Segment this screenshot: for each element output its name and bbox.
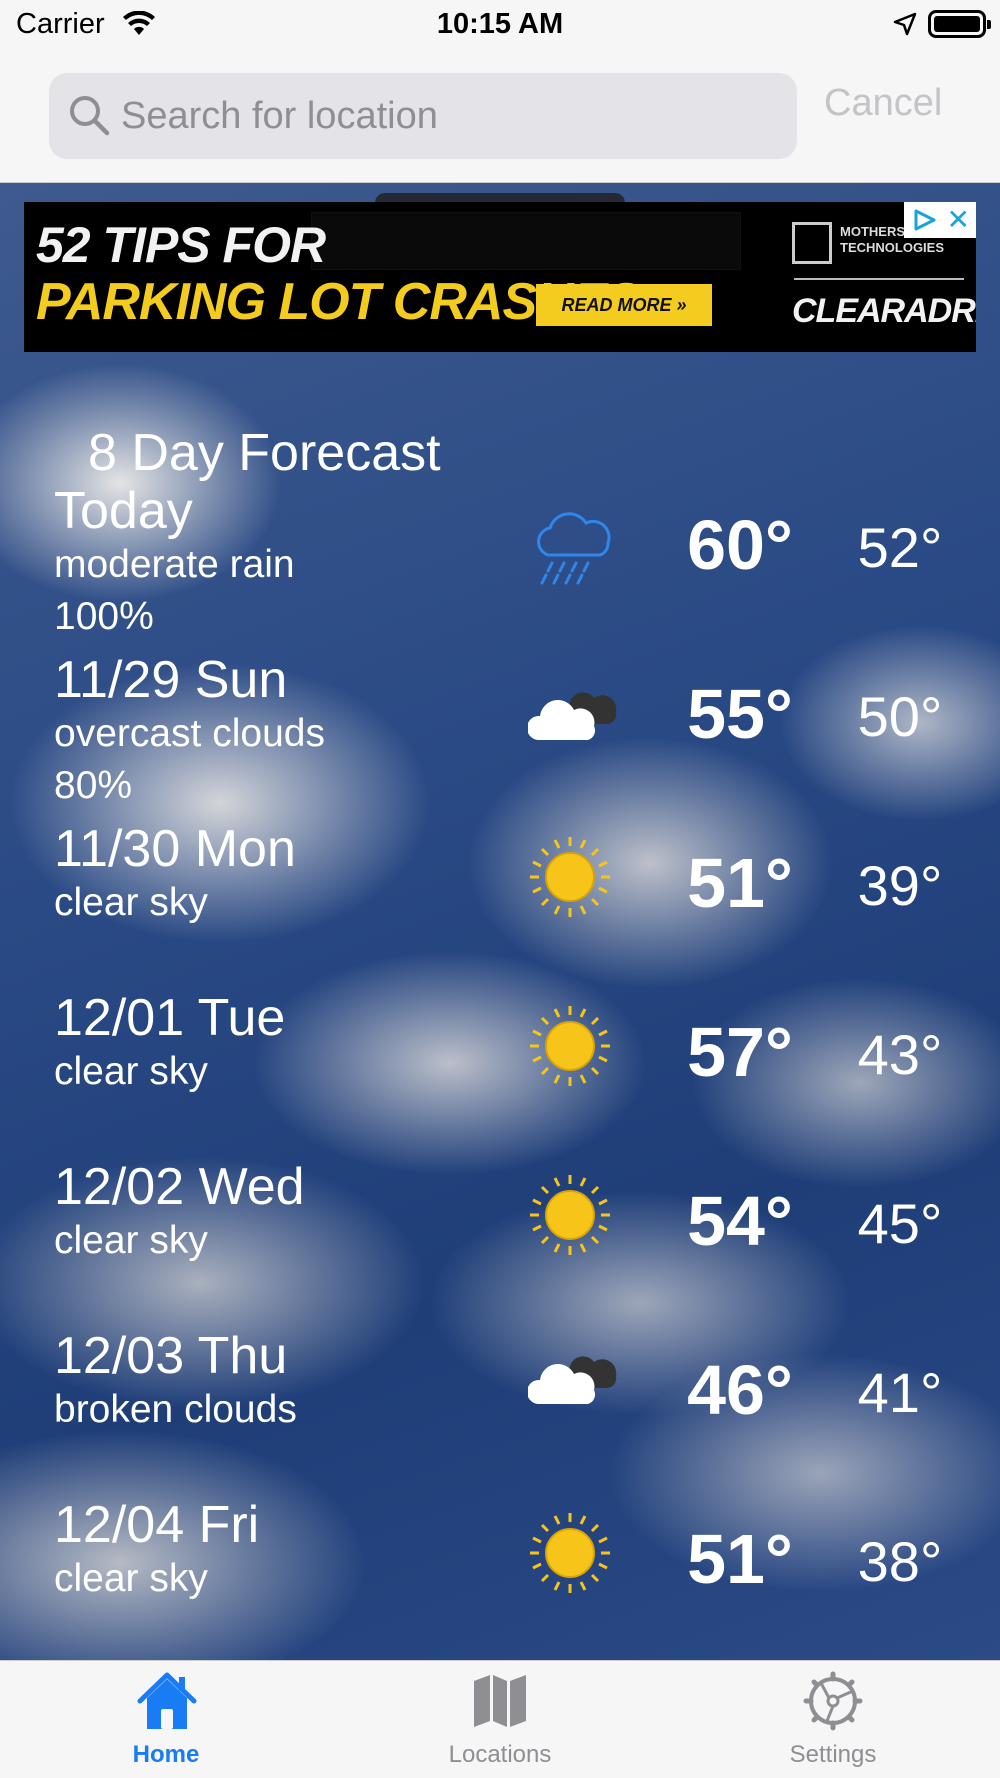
forecast-day: 12/04 Fri: [54, 1496, 260, 1554]
tab-locations-label: Locations: [448, 1741, 552, 1768]
ad-close-icon[interactable]: ✕: [947, 205, 970, 235]
ad-banner[interactable]: 52 TIPS FOR PARKING LOT CRASHES READ MOR…: [24, 202, 976, 352]
forecast-day: Today: [54, 482, 193, 540]
ad-headline-1: 52 TIPS FOR: [36, 217, 326, 273]
search-placeholder: Search for location: [121, 95, 438, 137]
status-bar: Carrier 10:15 AM: [0, 0, 1000, 52]
ad-read-more-button[interactable]: READ MORE »: [536, 284, 712, 326]
forecast-day: 12/03 Thu: [54, 1327, 288, 1385]
forecast-background: 52 TIPS FOR PARKING LOT CRASHES READ MOR…: [0, 183, 1000, 1660]
gear-icon: [803, 1671, 863, 1736]
search-input[interactable]: Search for location: [49, 73, 797, 159]
forecast-desc: broken clouds: [54, 1388, 297, 1431]
forecast-precip: 80%: [54, 764, 133, 807]
sun-icon: [528, 835, 612, 924]
tab-settings[interactable]: Settings: [733, 1661, 933, 1778]
forecast-high: 54°: [687, 1182, 793, 1260]
ad-brand: CLEARADRIVE: [792, 292, 976, 330]
forecast-desc: clear sky: [54, 1050, 208, 1093]
forecast-day: 12/02 Wed: [54, 1158, 305, 1216]
tab-home[interactable]: Home: [66, 1661, 266, 1778]
forecast-precip: 100%: [54, 595, 154, 638]
status-time: 10:15 AM: [436, 8, 564, 40]
forecast-desc: moderate rain: [54, 543, 295, 586]
forecast-desc: clear sky: [54, 881, 208, 924]
forecast-high: 60°: [687, 506, 793, 584]
forecast-high: 57°: [687, 1013, 793, 1091]
battery-icon: [928, 10, 991, 38]
forecast-low: 43°: [857, 1023, 943, 1086]
forecast-desc: clear sky: [54, 1219, 208, 1262]
map-icon: [470, 1671, 530, 1734]
forecast-day: 11/30 Mon: [54, 820, 296, 878]
search-bar: Search for location Cancel: [0, 52, 1000, 183]
sun-icon: [528, 1511, 612, 1600]
forecast-low: 50°: [857, 685, 943, 748]
ad-logo-icon: [792, 222, 832, 264]
ad-choices-icon: [912, 208, 938, 237]
tab-home-label: Home: [132, 1741, 200, 1768]
search-icon: [67, 93, 111, 142]
home-icon: [136, 1671, 198, 1736]
forecast-high: 51°: [687, 844, 793, 922]
forecast-low: 52°: [857, 516, 943, 579]
forecast-desc: overcast clouds: [54, 712, 325, 755]
forecast-high: 46°: [687, 1351, 793, 1429]
tab-settings-label: Settings: [789, 1741, 877, 1768]
forecast-day: 12/01 Tue: [54, 989, 286, 1047]
cloudy-icon: [526, 684, 618, 749]
forecast-low: 41°: [857, 1361, 943, 1424]
sun-icon: [528, 1173, 612, 1262]
forecast-low: 45°: [857, 1192, 943, 1255]
forecast-high: 55°: [687, 675, 793, 753]
forecast-low: 38°: [857, 1530, 943, 1593]
ad-choices[interactable]: ✕: [904, 202, 976, 238]
cloudy-icon: [526, 1348, 618, 1413]
rain-cloud-icon: [528, 511, 618, 592]
forecast-desc: clear sky: [54, 1557, 208, 1600]
forecast-high: 51°: [687, 1520, 793, 1598]
tab-bar: Home Locations Settings: [0, 1660, 1000, 1778]
cancel-button[interactable]: Cancel: [824, 82, 942, 125]
forecast-low: 39°: [857, 854, 943, 917]
location-arrow-icon: [893, 12, 917, 41]
sun-icon: [528, 1004, 612, 1093]
forecast-day: 11/29 Sun: [54, 651, 288, 709]
forecast-title: 8 Day Forecast: [88, 424, 441, 482]
tab-locations[interactable]: Locations: [400, 1661, 600, 1778]
